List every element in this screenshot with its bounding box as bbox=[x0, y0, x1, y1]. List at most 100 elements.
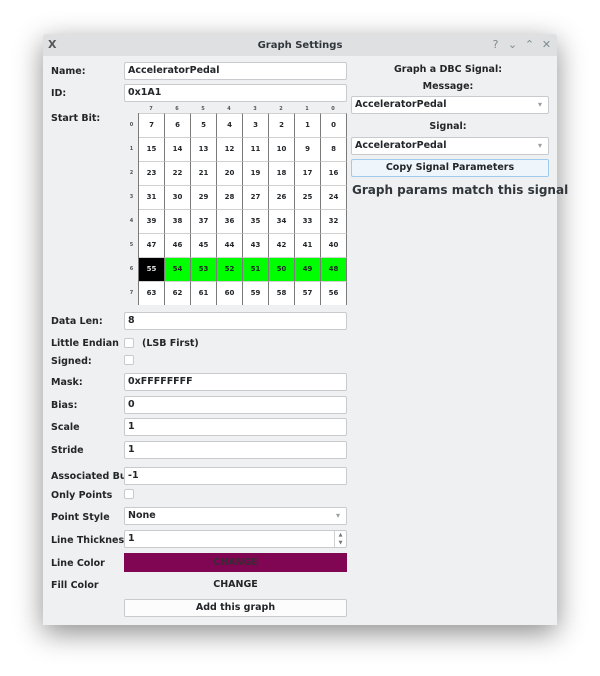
copy-signal-parameters-button[interactable]: Copy Signal Parameters bbox=[351, 159, 549, 177]
bit-cell[interactable]: 21 bbox=[191, 161, 217, 185]
signal-match-status: Graph params match this signal bbox=[352, 183, 569, 197]
bit-cell[interactable]: 36 bbox=[217, 209, 243, 233]
bit-cell[interactable]: 43 bbox=[243, 233, 269, 257]
name-input[interactable]: AcceleratorPedal bbox=[124, 62, 347, 80]
add-graph-button[interactable]: Add this graph bbox=[124, 599, 347, 617]
bit-cell[interactable]: 10 bbox=[269, 137, 295, 161]
bit-cell[interactable]: 50 bbox=[269, 257, 295, 281]
bit-cell[interactable]: 14 bbox=[165, 137, 191, 161]
bit-cell[interactable]: 45 bbox=[191, 233, 217, 257]
associated-bus-input[interactable]: -1 bbox=[124, 467, 347, 485]
bit-cell[interactable]: 62 bbox=[165, 281, 191, 305]
minimize-icon[interactable]: ⌄ bbox=[506, 37, 519, 52]
bit-cell[interactable]: 29 bbox=[191, 185, 217, 209]
line-thickness-spinbox[interactable]: 1 ▲ ▼ bbox=[124, 530, 347, 548]
id-label: ID: bbox=[51, 88, 67, 99]
bit-cell[interactable]: 32 bbox=[321, 209, 347, 233]
bit-cell[interactable]: 63 bbox=[139, 281, 165, 305]
bit-cell[interactable]: 3 bbox=[243, 113, 269, 137]
bit-cell[interactable]: 23 bbox=[139, 161, 165, 185]
bit-cell[interactable]: 61 bbox=[191, 281, 217, 305]
stride-input[interactable]: 1 bbox=[124, 441, 347, 459]
bit-cell[interactable]: 8 bbox=[321, 137, 347, 161]
bit-cell[interactable]: 26 bbox=[269, 185, 295, 209]
bit-column-header: 5 bbox=[201, 106, 205, 112]
bit-cell[interactable]: 19 bbox=[243, 161, 269, 185]
bit-cell[interactable]: 28 bbox=[217, 185, 243, 209]
bit-cell[interactable]: 2 bbox=[269, 113, 295, 137]
bit-cell[interactable]: 4 bbox=[217, 113, 243, 137]
bit-cell[interactable]: 41 bbox=[295, 233, 321, 257]
signal-select[interactable]: AcceleratorPedal bbox=[351, 137, 549, 155]
maximize-icon[interactable]: ⌃ bbox=[523, 37, 536, 52]
bit-cell[interactable]: 35 bbox=[243, 209, 269, 233]
bit-cell[interactable]: 60 bbox=[217, 281, 243, 305]
bit-cell[interactable]: 7 bbox=[139, 113, 165, 137]
bit-cell[interactable]: 55 bbox=[139, 257, 165, 281]
bit-cell[interactable]: 53 bbox=[191, 257, 217, 281]
bit-cell[interactable]: 5 bbox=[191, 113, 217, 137]
bit-column-header: 3 bbox=[253, 106, 257, 112]
scale-input[interactable]: 1 bbox=[124, 418, 347, 436]
bit-cell[interactable]: 9 bbox=[295, 137, 321, 161]
bit-cell[interactable]: 42 bbox=[269, 233, 295, 257]
bit-cell[interactable]: 15 bbox=[139, 137, 165, 161]
bit-cell[interactable]: 39 bbox=[139, 209, 165, 233]
bit-cell[interactable]: 54 bbox=[165, 257, 191, 281]
message-select[interactable]: AcceleratorPedal bbox=[351, 96, 549, 114]
bit-cell[interactable]: 44 bbox=[217, 233, 243, 257]
bit-cell[interactable]: 25 bbox=[295, 185, 321, 209]
bit-cell[interactable]: 40 bbox=[321, 233, 347, 257]
spin-arrows-icon[interactable]: ▲ ▼ bbox=[334, 531, 346, 547]
bit-cell[interactable]: 33 bbox=[295, 209, 321, 233]
byte-row-header: 1 bbox=[129, 146, 134, 152]
id-input[interactable]: 0x1A1 bbox=[124, 84, 347, 102]
bit-cell[interactable]: 48 bbox=[321, 257, 347, 281]
bit-cell[interactable]: 30 bbox=[165, 185, 191, 209]
only-points-checkbox[interactable] bbox=[124, 489, 134, 499]
fill-color-change-button[interactable]: CHANGE bbox=[124, 575, 347, 594]
bias-input[interactable]: 0 bbox=[124, 396, 347, 414]
bit-column-header: 4 bbox=[227, 106, 231, 112]
bit-cell[interactable]: 18 bbox=[269, 161, 295, 185]
bit-cell[interactable]: 51 bbox=[243, 257, 269, 281]
close-icon[interactable]: ✕ bbox=[540, 37, 553, 52]
bit-cell[interactable]: 0 bbox=[321, 113, 347, 137]
help-icon[interactable]: ? bbox=[489, 37, 502, 52]
bit-cell[interactable]: 56 bbox=[321, 281, 347, 305]
byte-row-header: 5 bbox=[129, 242, 134, 248]
bit-column-header: 6 bbox=[175, 106, 179, 112]
bit-cell[interactable]: 46 bbox=[165, 233, 191, 257]
bit-cell[interactable]: 11 bbox=[243, 137, 269, 161]
bit-cell[interactable]: 1 bbox=[295, 113, 321, 137]
bit-cell[interactable]: 52 bbox=[217, 257, 243, 281]
bit-cell[interactable]: 6 bbox=[165, 113, 191, 137]
byte-row-header: 3 bbox=[129, 194, 134, 200]
bit-cell[interactable]: 37 bbox=[191, 209, 217, 233]
bit-cell[interactable]: 20 bbox=[217, 161, 243, 185]
bit-cell[interactable]: 58 bbox=[269, 281, 295, 305]
bit-cell[interactable]: 34 bbox=[269, 209, 295, 233]
bit-cell[interactable]: 16 bbox=[321, 161, 347, 185]
mask-input[interactable]: 0xFFFFFFFF bbox=[124, 373, 347, 391]
bit-cell[interactable]: 24 bbox=[321, 185, 347, 209]
bit-cell[interactable]: 38 bbox=[165, 209, 191, 233]
line-color-change-button[interactable]: CHANGE bbox=[124, 553, 347, 572]
bit-cell[interactable]: 13 bbox=[191, 137, 217, 161]
bit-cell[interactable]: 59 bbox=[243, 281, 269, 305]
bit-cell[interactable]: 57 bbox=[295, 281, 321, 305]
bit-cell[interactable]: 27 bbox=[243, 185, 269, 209]
bit-cell[interactable]: 47 bbox=[139, 233, 165, 257]
bit-cell[interactable]: 49 bbox=[295, 257, 321, 281]
bit-cell[interactable]: 12 bbox=[217, 137, 243, 161]
point-style-select[interactable]: None bbox=[124, 507, 347, 525]
little-endian-checkbox[interactable] bbox=[124, 338, 134, 348]
fill-color-label: Fill Color bbox=[51, 580, 99, 591]
bit-cell[interactable]: 31 bbox=[139, 185, 165, 209]
bit-cell[interactable]: 22 bbox=[165, 161, 191, 185]
line-thickness-value: 1 bbox=[128, 533, 135, 544]
signed-checkbox[interactable] bbox=[124, 355, 134, 365]
data-len-input[interactable]: 8 bbox=[124, 312, 347, 330]
message-label: Message: bbox=[422, 81, 474, 92]
bit-cell[interactable]: 17 bbox=[295, 161, 321, 185]
